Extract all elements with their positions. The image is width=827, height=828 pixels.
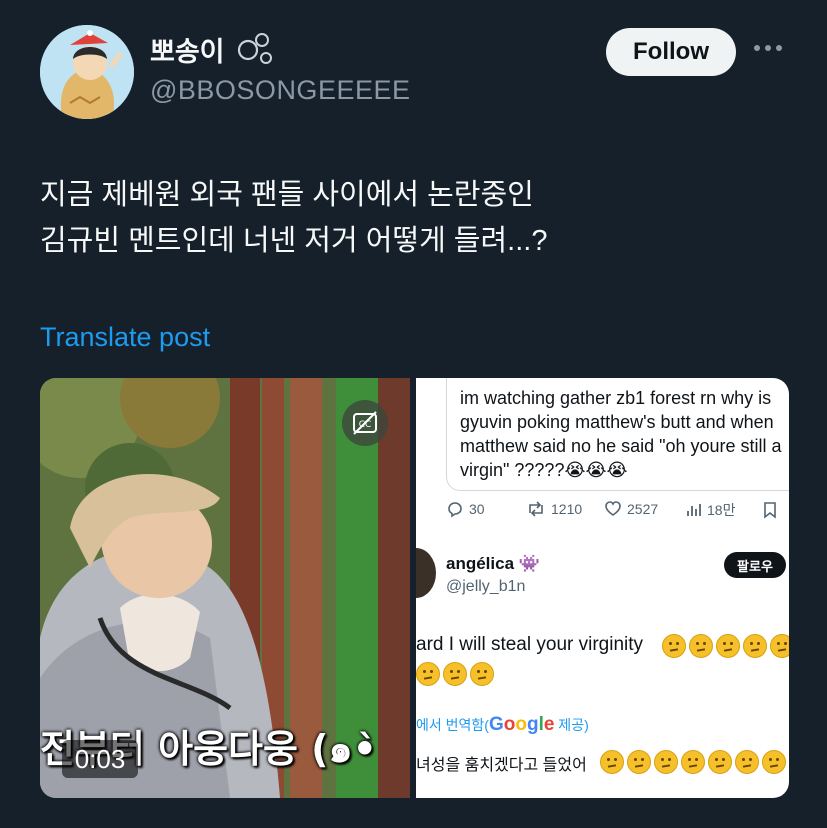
video-player[interactable]: CC 전부터 아웅다웅 (๑•̀ 0:03 [40,378,410,798]
reply-stat: 30 [446,500,485,518]
confused-face-icon [708,750,732,774]
display-name[interactable]: 뽀송이 [150,30,225,69]
views-stat: 18만 [686,500,735,520]
confused-face-icon [743,634,767,658]
quoted-tweet-text: im watching gather zb1 forest rn why is … [460,388,782,480]
confused-face-icon [654,750,678,774]
bubbles-icon [237,33,272,64]
confused-face-icon [716,634,740,658]
confused-face-icon [470,662,494,686]
reply-avatar [416,548,436,598]
user-handle[interactable]: @BBOSONGEEEEE [150,75,410,106]
translate-post-link[interactable]: Translate post [40,322,210,353]
avatar[interactable] [40,25,134,119]
translated-by-suffix: 제공) [554,717,589,733]
post-text-line: 김규빈 멘트인데 너넨 저거 어떻게 들려...? [40,225,548,257]
emoji-row [416,662,494,686]
reply-count: 30 [469,501,485,517]
reply-follow-button: 팔로우 [724,552,786,578]
follow-button[interactable]: Follow [606,28,736,76]
views-count: 18만 [707,502,736,518]
retweet-stat: 1210 [526,500,582,518]
confused-face-icon [600,750,624,774]
like-stat: 2527 [604,500,658,518]
confused-face-icon [662,634,686,658]
reply-text: ard I will steal your virginity [416,634,644,655]
confused-face-icon [627,750,651,774]
screenshot-image[interactable]: im watching gather zb1 forest rn why is … [416,378,789,798]
reply-author-handle: @jelly_b1n [446,578,526,595]
emoji-row [600,750,786,774]
confused-face-icon [443,662,467,686]
confused-face-icon [416,662,440,686]
reply-author-name: angélica 👾 [446,554,540,573]
confused-face-icon [770,634,789,658]
bookmark-icon [764,502,776,519]
translated-text: 녀성을 훔치겠다고 들었어 [416,757,587,774]
media-grid: CC 전부터 아웅다웅 (๑•̀ 0:03 im watching gather… [40,378,789,798]
captions-off-icon[interactable]: CC [342,400,388,446]
confused-face-icon [762,750,786,774]
confused-face-icon [689,634,713,658]
like-count: 2527 [627,501,659,517]
more-options-icon[interactable] [754,38,786,58]
emoji-row [662,634,789,658]
post-text: 지금 제베원 외국 팬들 사이에서 논란중인 김규빈 멘트인데 너넨 저거 어떻… [40,172,790,264]
retweet-count: 1210 [551,501,583,517]
tweet-stats: 30 1210 2527 18만 [446,500,789,522]
google-logo: Google [488,714,555,735]
confused-face-icon [681,750,705,774]
translated-by-prefix: 에서 번역함( [416,717,489,733]
heart-icon [605,501,621,516]
views-icon [687,504,701,516]
translated-by-google: 에서 번역함(Google 제공) [416,714,589,736]
reply-icon [448,502,462,518]
retweet-icon [529,501,543,517]
video-duration: 0:03 [62,740,138,778]
confused-face-icon [735,750,759,774]
post-text-line: 지금 제베원 외국 팬들 사이에서 논란중인 [40,179,534,211]
